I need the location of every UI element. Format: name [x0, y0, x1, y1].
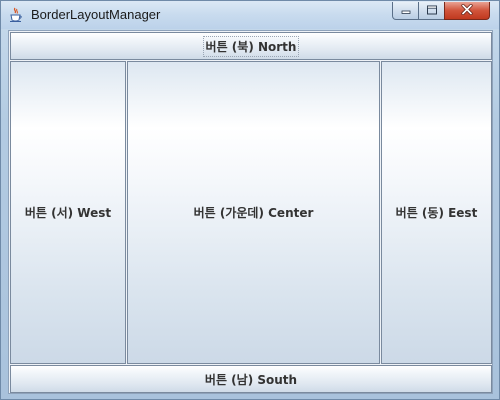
minimize-button[interactable]	[392, 2, 419, 20]
south-button-label: 버튼 (남) South	[204, 372, 298, 387]
window-title: BorderLayoutManager	[31, 7, 161, 22]
west-button-label: 버튼 (서) West	[24, 206, 112, 220]
center-button-label: 버튼 (가운데) Center	[193, 206, 314, 220]
maximize-button[interactable]	[418, 2, 445, 20]
minimize-icon	[401, 2, 411, 20]
app-window: BorderLayoutManager 버튼 (북) North 버튼 (서) …	[0, 0, 500, 400]
east-button-label: 버튼 (동) Eest	[395, 206, 478, 220]
content-pane: 버튼 (북) North 버튼 (서) West 버튼 (가운데) Center…	[8, 30, 493, 394]
north-button-label: 버튼 (북) North	[202, 35, 300, 57]
maximize-icon	[426, 2, 438, 20]
north-button[interactable]: 버튼 (북) North	[10, 32, 492, 60]
close-button[interactable]	[444, 2, 490, 20]
south-button[interactable]: 버튼 (남) South	[10, 365, 492, 393]
east-button[interactable]: 버튼 (동) Eest	[381, 61, 492, 364]
center-button[interactable]: 버튼 (가운데) Center	[127, 61, 380, 364]
java-cup-icon[interactable]	[9, 7, 23, 23]
west-button[interactable]: 버튼 (서) West	[10, 61, 126, 364]
title-bar[interactable]: BorderLayoutManager	[1, 1, 499, 29]
close-icon	[461, 2, 473, 20]
